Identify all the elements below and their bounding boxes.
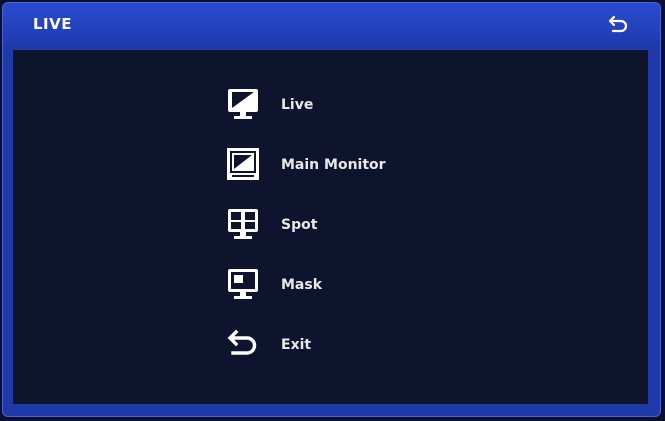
live-menu-list: Live Main Monitor Spot Mask Exit bbox=[225, 86, 445, 386]
mask-monitor-icon bbox=[228, 269, 258, 299]
menu-item-spot[interactable]: Spot bbox=[225, 206, 445, 246]
exit-return-icon bbox=[227, 329, 257, 355]
menu-item-mask[interactable]: Mask bbox=[225, 266, 445, 306]
back-button[interactable] bbox=[608, 14, 630, 34]
menu-item-exit[interactable]: Exit bbox=[225, 326, 445, 366]
spot-grid-monitor-icon bbox=[228, 209, 258, 239]
monitor-live-icon bbox=[228, 89, 258, 119]
menu-item-label: Spot bbox=[281, 217, 318, 233]
return-arrow-icon bbox=[608, 15, 628, 33]
menu-panel: Live Main Monitor Spot Mask Exit bbox=[12, 49, 649, 405]
menu-item-label: Main Monitor bbox=[281, 157, 386, 173]
menu-item-label: Mask bbox=[281, 277, 323, 293]
main-monitor-icon bbox=[227, 148, 259, 180]
menu-item-live[interactable]: Live bbox=[225, 86, 445, 126]
window-title: LIVE bbox=[33, 15, 72, 33]
menu-item-main-monitor[interactable]: Main Monitor bbox=[225, 146, 445, 186]
menu-item-label: Exit bbox=[281, 337, 312, 353]
title-bar: LIVE bbox=[3, 3, 660, 45]
menu-item-label: Live bbox=[281, 97, 314, 113]
live-menu-window: LIVE Live Main Monitor Spot Mask Exit bbox=[2, 2, 661, 417]
